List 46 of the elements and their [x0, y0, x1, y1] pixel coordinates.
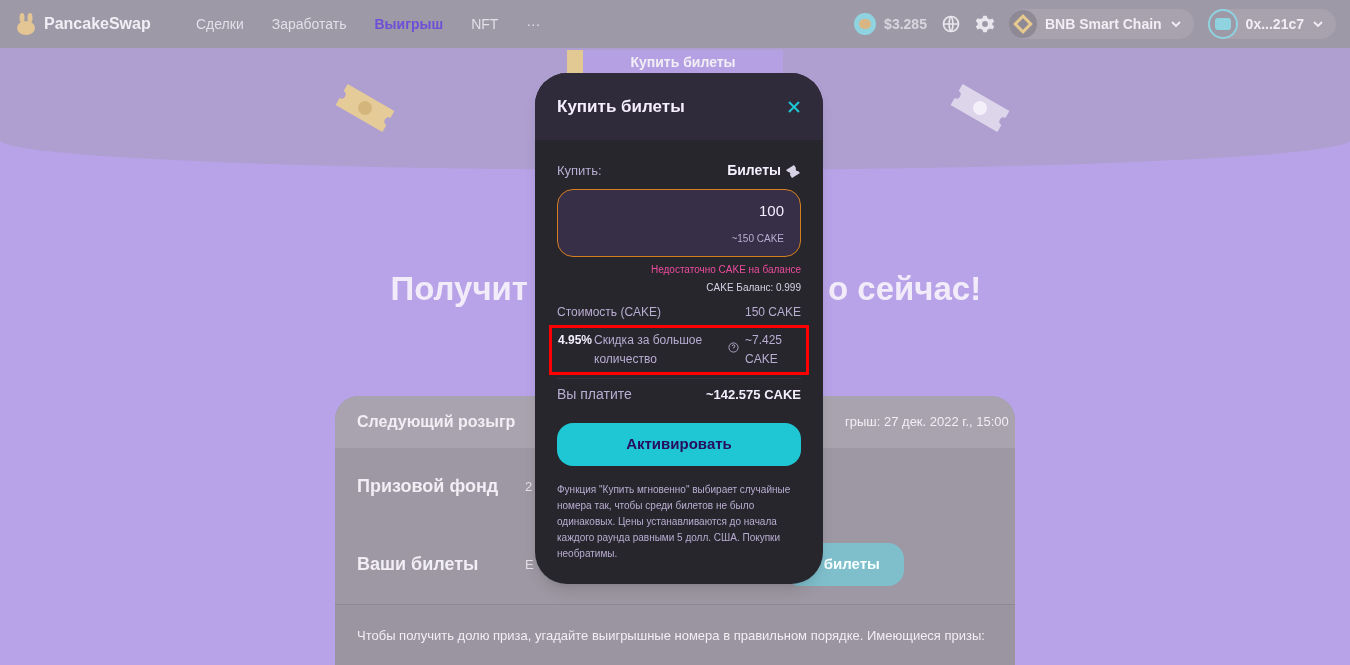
discount-label: Скидка за большое количество — [594, 332, 704, 368]
next-draw-title: Следующий розыгр — [357, 411, 517, 432]
pay-value: ~142.575 CAKE — [705, 385, 801, 404]
hero-heading-start: Получит — [389, 269, 528, 309]
settings-icon[interactable] — [974, 14, 995, 34]
token-price: $3.285 — [884, 14, 927, 34]
row-label: Ваши билеты — [357, 553, 480, 576]
row-value: 2 — [525, 477, 533, 496]
ticket-amount-field[interactable]: 100 ~150 CAKE — [557, 189, 801, 257]
row-label: Призовой фонд — [357, 475, 500, 498]
prize-description: Чтобы получить долю приза, угадайте выигрышные номера в правильном порядке. Имеющиеся призы: — [357, 627, 985, 646]
buy-tickets-button[interactable]: Купить билеты — [583, 50, 783, 74]
ticket-amount: 100 — [758, 201, 784, 222]
help-icon[interactable] — [728, 342, 739, 353]
pay-label: Вы платите — [557, 385, 632, 404]
cost-value: 150 CAKE — [744, 304, 801, 321]
unit-label: Билеты — [727, 161, 781, 180]
nav-link[interactable]: Сделки — [196, 13, 244, 35]
nav-link[interactable]: Выигрыш — [374, 13, 444, 35]
discount-percent: 4.95% — [558, 332, 594, 349]
nav-link[interactable]: ··· — [526, 13, 541, 35]
wallet-button[interactable]: 0x...21c7 — [1207, 9, 1336, 39]
close-icon[interactable] — [787, 99, 801, 114]
globe-icon[interactable] — [940, 14, 961, 34]
cake-balance: CAKE Баланс: 0.999 — [706, 281, 801, 295]
amount-in-cake: ~150 CAKE — [731, 231, 784, 246]
ticket-icon — [785, 163, 801, 178]
network-selector[interactable]: BNB Smart Chain — [1008, 9, 1194, 39]
wallet-icon — [1214, 18, 1231, 30]
chevron-down-icon — [1312, 18, 1324, 30]
nav-link[interactable]: Заработать — [271, 13, 347, 35]
row-value: Е — [525, 555, 534, 574]
brand-name[interactable]: PancakeSwap — [44, 12, 151, 36]
bunny-logo-icon[interactable] — [14, 12, 38, 36]
nav-link[interactable]: NFT — [471, 13, 499, 35]
cost-label: Стоимость (CAKE) — [557, 304, 662, 321]
chevron-down-icon — [1169, 18, 1182, 30]
error-message: Недостаточно CAKE на балансе — [650, 263, 801, 277]
cake-token-icon — [854, 13, 877, 35]
next-draw-date: грыш: 27 дек. 2022 г., 15:00 — [845, 412, 1010, 431]
banner-edge — [567, 50, 583, 74]
discount-value: ~7.425 CAKE — [745, 332, 784, 368]
activate-button[interactable]: Активировать — [557, 423, 801, 466]
buy-label: Купить: — [557, 161, 602, 180]
modal-title: Купить билеты — [557, 95, 685, 118]
hero-heading-end: о сейчас! — [828, 269, 983, 309]
